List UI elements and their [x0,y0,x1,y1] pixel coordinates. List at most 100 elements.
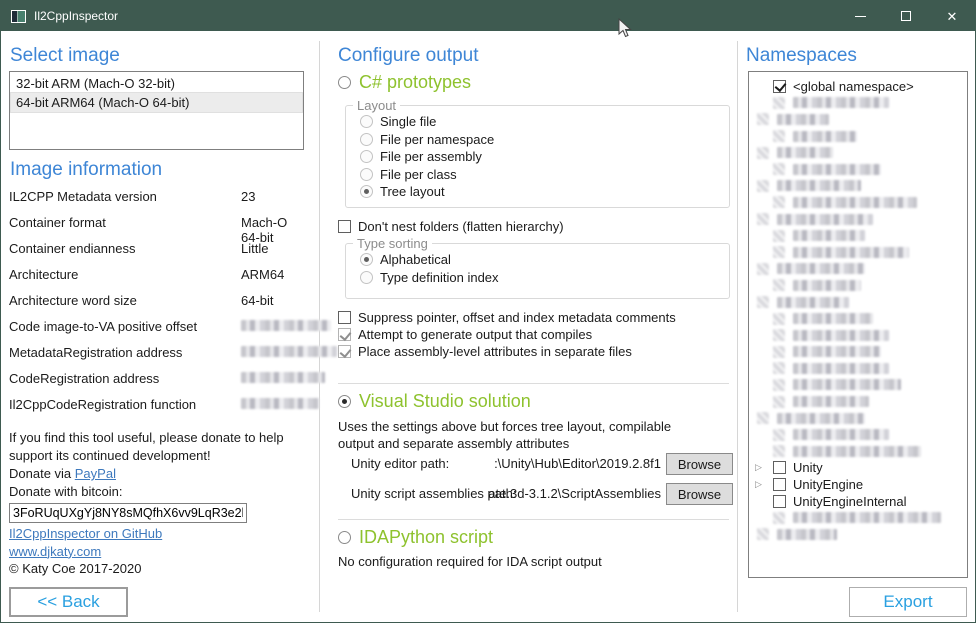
idapython-radio[interactable]: IDAPython script [338,527,493,548]
info-value: 64-bit [241,293,274,308]
namespace-row-redacted [749,377,967,394]
window-title: Il2CppInspector [34,9,118,23]
redacted-text [793,230,865,241]
radio-icon [360,253,373,266]
flatten-hierarchy-checkbox[interactable]: Don't nest folders (flatten hierarchy) [338,219,564,234]
redacted-checkbox [773,130,785,142]
namespace-item-unityengine[interactable]: ▷ UnityEngine [749,476,967,493]
redacted-checkbox [773,97,785,109]
redacted-text [793,396,869,407]
info-row: Code image-to-VA positive offset [9,319,309,345]
redacted-text [777,413,865,424]
redacted-text [793,330,889,341]
redacted-checkbox [773,512,785,524]
redacted-checkbox [773,196,785,208]
namespace-row-redacted [749,526,967,543]
namespace-item-global[interactable]: <global namespace> [749,78,967,95]
radio-icon [360,115,373,128]
redacted-checkbox [773,346,785,358]
redacted-text [793,346,881,357]
info-row: ArchitectureARM64 [9,267,309,293]
select-image-heading: Select image [10,45,120,67]
namespace-item-unity[interactable]: ▷ Unity [749,460,967,477]
image-list-item-selected[interactable]: 64-bit ARM64 (Mach-O 64-bit) [11,93,302,112]
checkbox-icon [338,345,351,358]
copyright-text: © Katy Coe 2017-2020 [9,560,162,578]
browse-editor-button[interactable]: Browse [666,453,733,475]
suppress-comments-checkbox[interactable]: Suppress pointer, offset and index metad… [338,309,676,326]
script-assemblies-path-value[interactable]: ate.3d-3.1.2\ScriptAssemblies [488,486,661,501]
radio-icon [360,150,373,163]
namespaces-heading: Namespaces [746,45,857,67]
unity-editor-path-value[interactable]: :\Unity\Hub\Editor\2019.2.8f1 [494,456,661,471]
info-row: Il2CppCodeRegistration function [9,397,309,423]
expander-icon[interactable]: ▷ [755,463,762,472]
namespace-row-redacted [749,360,967,377]
radio-icon [338,76,351,89]
namespace-row-redacted [749,310,967,327]
github-link[interactable]: Il2CppInspector on GitHub [9,526,162,541]
output-checkbox-list: Suppress pointer, offset and index metad… [338,309,676,360]
minimize-icon [855,16,866,17]
namespace-row-redacted [749,144,967,161]
redacted-checkbox [773,230,785,242]
close-button[interactable]: ✕ [929,1,975,31]
image-list-item[interactable]: 32-bit ARM (Mach-O 32-bit) [11,74,302,93]
redacted-checkbox [757,263,769,275]
namespace-row-redacted [749,128,967,145]
info-row: IL2CPP Metadata version23 [9,189,309,215]
namespace-redacted-group [749,509,967,542]
left-panel: Select image 32-bit ARM (Mach-O 32-bit) … [1,31,319,623]
back-button[interactable]: << Back [9,587,128,617]
namespace-row-redacted [749,227,967,244]
checkbox-icon [338,220,351,233]
donate-block: If you find this tool useful, please don… [9,429,309,523]
info-row: CodeRegistration address [9,371,309,397]
namespace-label: <global namespace> [793,79,914,94]
bitcoin-address-input[interactable] [9,503,247,523]
namespace-row-redacted [749,393,967,410]
minimize-button[interactable] [837,1,883,31]
checkbox-icon [773,478,786,491]
donate-text-line2: support its continued development! [9,447,309,465]
redacted-checkbox [773,396,785,408]
paypal-link[interactable]: PayPal [75,466,116,481]
redacted-text [793,280,861,291]
namespace-row-redacted [749,111,967,128]
script-assemblies-path-row: Unity script assemblies path: ate.3d-3.1… [351,483,733,505]
radio-icon [338,395,351,408]
radio-icon [338,531,351,544]
namespace-item-unityengineinternal[interactable]: UnityEngineInternal [749,493,967,510]
namespace-row-redacted [749,443,967,460]
visual-studio-radio[interactable]: Visual Studio solution [338,391,531,412]
section-divider [338,383,729,384]
namespace-row-redacted [749,509,967,526]
info-row: Container formatMach-O 64-bit [9,215,309,241]
namespace-redacted-group [749,95,967,460]
redacted-text [777,263,865,274]
info-row: Architecture word size64-bit [9,293,309,319]
radio-tree-layout: Tree layout [360,184,729,199]
namespace-row-redacted [749,211,967,228]
redacted-value [241,372,325,383]
redacted-checkbox [757,213,769,225]
export-button[interactable]: Export [849,587,967,617]
redacted-text [793,363,889,374]
namespace-row-redacted [749,178,967,195]
info-row: MetadataRegistration address [9,345,309,371]
website-link[interactable]: www.djkaty.com [9,544,101,559]
redacted-checkbox [773,329,785,341]
csharp-prototypes-label: C# prototypes [359,72,471,93]
namespace-row-redacted [749,426,967,443]
maximize-button[interactable] [883,1,929,31]
csharp-prototypes-radio[interactable]: C# prototypes [338,72,471,93]
bitcoin-label: Donate with bitcoin: [9,483,309,501]
radio-alphabetical: Alphabetical [360,252,729,267]
image-info-table: IL2CPP Metadata version23 Container form… [9,189,309,423]
compilable-output-checkbox: Attempt to generate output that compiles [338,326,676,343]
expander-icon[interactable]: ▷ [755,480,762,489]
radio-type-definition-index: Type definition index [360,270,729,285]
redacted-text [777,214,873,225]
browse-assemblies-button[interactable]: Browse [666,483,733,505]
configure-output-panel: Configure output C# prototypes Layout Si… [319,31,737,623]
